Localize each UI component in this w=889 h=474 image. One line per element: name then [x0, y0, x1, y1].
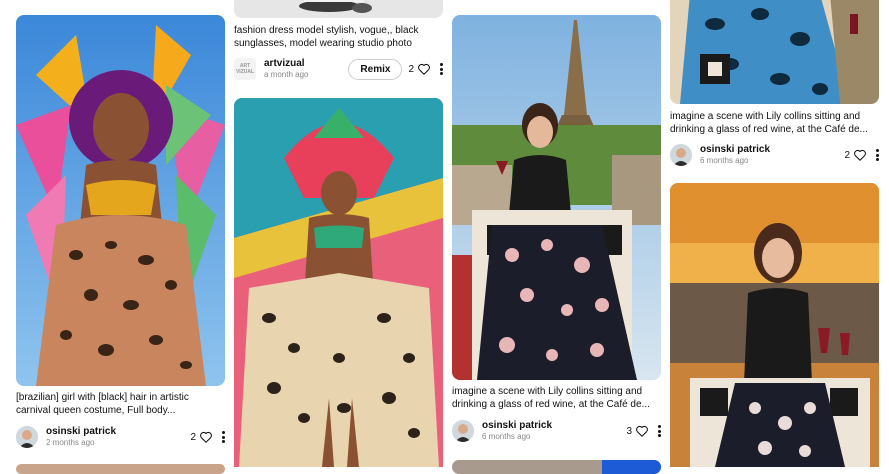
card-4-caption[interactable]: imagine a scene with Lily collins sittin… — [670, 110, 879, 136]
post-time: 2 months ago — [46, 438, 95, 447]
more-options-icon[interactable] — [657, 425, 661, 437]
card-3-image[interactable] — [452, 15, 661, 380]
card-1-meta: osinski patrick 2 months ago 2 — [16, 424, 225, 450]
card-3-caption[interactable]: imagine a scene with Lily collins sittin… — [452, 385, 661, 411]
more-options-icon[interactable] — [221, 431, 225, 443]
card-1-caption[interactable]: [brazilian] girl with [black] hair in ar… — [16, 391, 225, 417]
heart-icon[interactable] — [853, 148, 867, 162]
card-7-image-peek[interactable] — [452, 460, 661, 474]
author-info: osinski patrick 2 months ago — [46, 426, 116, 448]
author-info: osinski patrick 6 months ago — [482, 420, 552, 442]
avatar[interactable] — [452, 420, 474, 442]
post-time: 6 months ago — [482, 432, 531, 441]
more-options-icon[interactable] — [439, 63, 443, 75]
author-info: artvizual a month ago — [264, 58, 308, 80]
author-info: osinski patrick 6 months ago — [700, 144, 770, 166]
like-count: 2 — [190, 431, 196, 443]
like-count: 3 — [626, 425, 632, 437]
author-name[interactable]: osinski patrick — [700, 144, 770, 156]
like-count: 2 — [408, 63, 414, 75]
card-2-caption[interactable]: fashion dress model stylish, vogue,, bla… — [234, 24, 443, 50]
more-options-icon[interactable] — [875, 149, 879, 161]
brand-logo[interactable]: ART VIZUAL — [234, 58, 256, 80]
avatar[interactable] — [670, 144, 692, 166]
brand-logo-text: ART VIZUAL — [235, 63, 255, 75]
post-time: 6 months ago — [700, 156, 749, 165]
author-name[interactable]: osinski patrick — [46, 426, 116, 438]
heart-icon[interactable] — [417, 62, 431, 76]
card-1-image[interactable] — [16, 15, 225, 386]
card-2-image[interactable] — [234, 0, 443, 18]
card-4-meta: osinski patrick 6 months ago 2 — [670, 142, 879, 168]
card-6-image[interactable] — [234, 98, 443, 467]
card-8-image[interactable] — [670, 183, 879, 467]
remix-button[interactable]: Remix — [348, 58, 403, 80]
author-name[interactable]: artvizual — [264, 58, 308, 70]
post-time: a month ago — [264, 70, 309, 79]
card-2-meta: ART VIZUAL artvizual a month ago Remix 2 — [234, 56, 443, 82]
heart-icon[interactable] — [635, 424, 649, 438]
avatar[interactable] — [16, 426, 38, 448]
badge — [602, 460, 661, 474]
card-4-image[interactable] — [670, 0, 879, 104]
author-name[interactable]: osinski patrick — [482, 420, 552, 432]
card-5-image-peek[interactable] — [16, 464, 225, 474]
card-3-meta: osinski patrick 6 months ago 3 — [452, 418, 661, 444]
heart-icon[interactable] — [199, 430, 213, 444]
like-count: 2 — [844, 149, 850, 161]
